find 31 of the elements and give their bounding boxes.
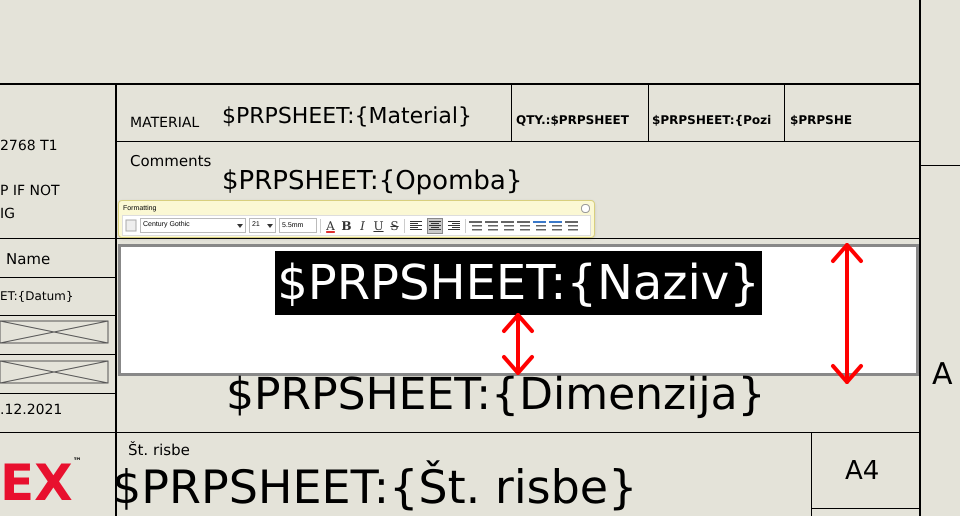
text-style-button[interactable]: B bbox=[340, 218, 353, 234]
close-button[interactable] bbox=[581, 204, 590, 212]
field-value: $PRPSHE bbox=[790, 114, 852, 126]
align-button[interactable] bbox=[427, 218, 443, 234]
logo-text: EX bbox=[0, 458, 73, 508]
dropdown-icon bbox=[237, 224, 243, 228]
text-style-button[interactable]: U bbox=[372, 218, 385, 234]
field-label: Name bbox=[6, 252, 50, 267]
text-style-button[interactable]: A bbox=[324, 218, 337, 234]
text-box[interactable]: $PRPSHEET:{Naziv} bbox=[118, 244, 919, 376]
title-text: $PRPSHEET:{Naziv} bbox=[275, 251, 762, 315]
field-value: $PRPSHEET:{Pozi bbox=[652, 114, 772, 126]
field-label: Št. risbe bbox=[128, 443, 190, 458]
trademark-text: ™ bbox=[72, 458, 82, 467]
double-arrow-drawing bbox=[500, 313, 536, 375]
date-text: .12.2021 bbox=[0, 403, 62, 417]
dropdown-icon bbox=[267, 224, 273, 228]
field-value: $PRPSHEET:{Opomba} bbox=[222, 168, 522, 194]
dimension-text: $PRPSHEET:{Dimenzija} bbox=[226, 373, 766, 417]
field-value: $PRPSHEET:{Material} bbox=[222, 106, 472, 128]
note-text: 2768 T1 bbox=[0, 139, 58, 153]
text-style-button[interactable]: I bbox=[356, 218, 369, 234]
note-text: P IF NOT bbox=[0, 184, 60, 198]
text-style-button[interactable]: S bbox=[388, 218, 401, 234]
field-label: Comments bbox=[130, 154, 212, 169]
field-value: QTY.:$PRPSHEET bbox=[516, 114, 629, 126]
note-text: IG bbox=[0, 207, 15, 221]
revision-text: A bbox=[932, 360, 953, 390]
sheet-size-text: A4 bbox=[845, 458, 880, 484]
field-label: MATERIAL bbox=[130, 116, 200, 130]
field-value: ET:{Datum} bbox=[0, 290, 74, 302]
